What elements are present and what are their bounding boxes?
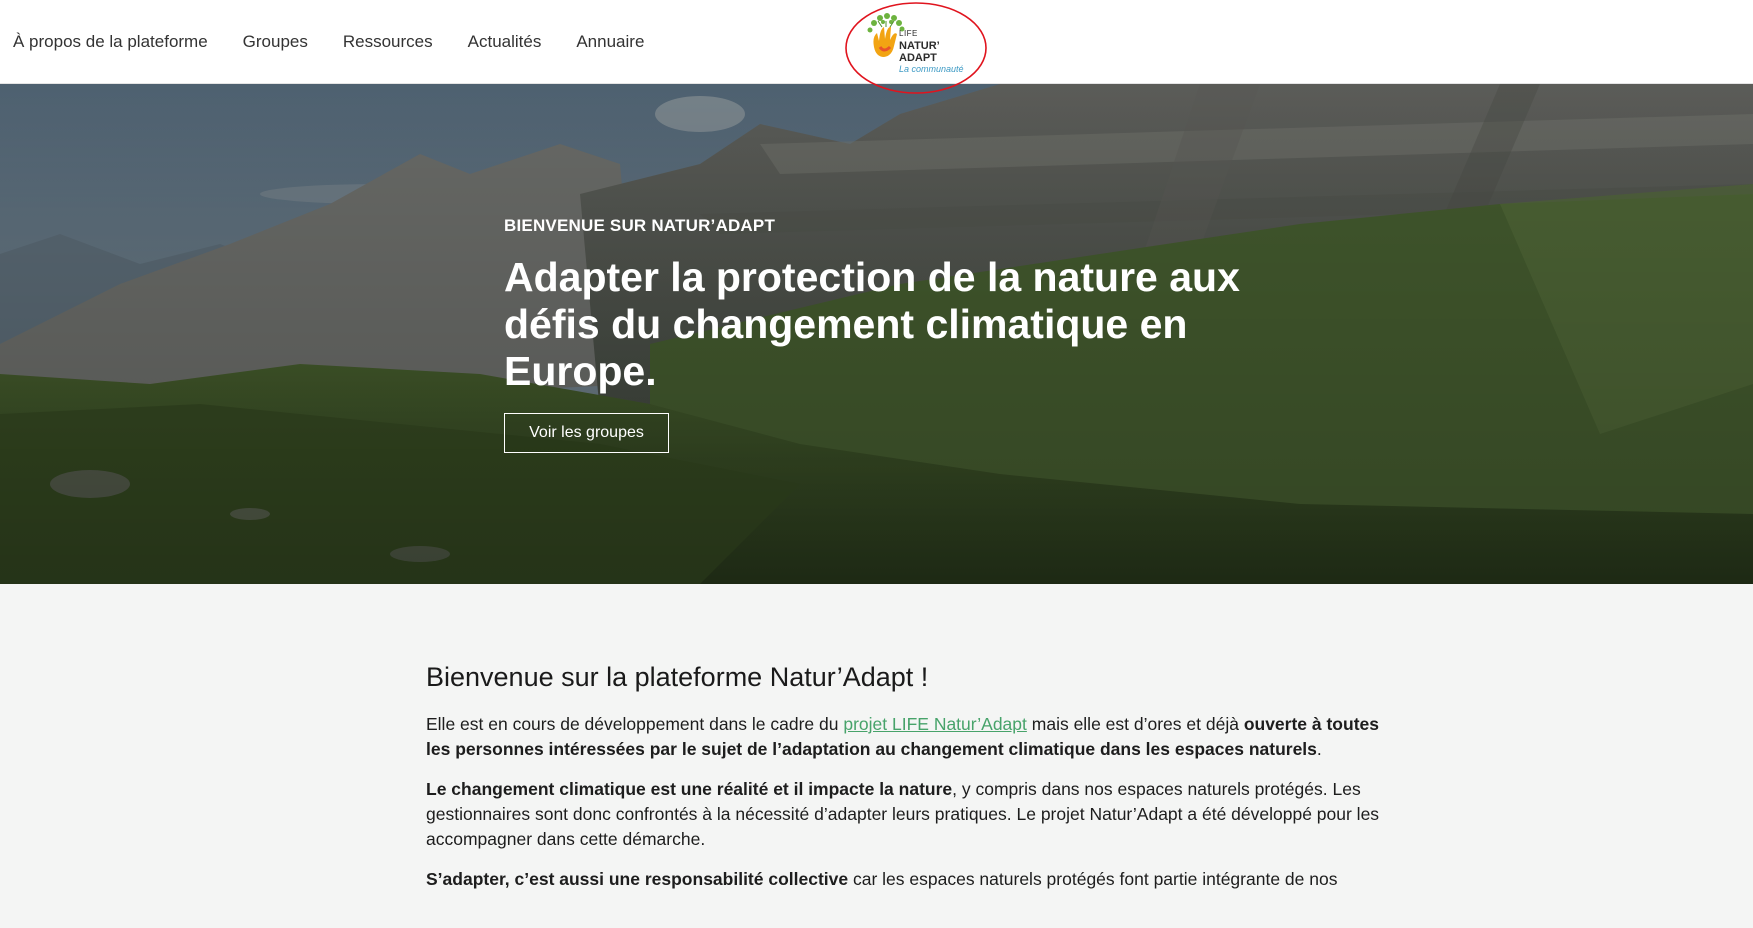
voir-les-groupes-button[interactable]: Voir les groupes: [504, 413, 669, 453]
intro-paragraph-1: Elle est en cours de développement dans …: [426, 712, 1386, 762]
hand-icon: [873, 26, 897, 57]
intro-paragraph-3: S’adapter, c’est aussi une responsabilit…: [426, 867, 1386, 892]
hero-eyebrow: BIENVENUE SUR NATUR’ADAPT: [504, 216, 776, 235]
logo-wordmark: LIFE NATUR’ ADAPT: [899, 28, 940, 64]
p1-text-after: .: [1316, 739, 1322, 759]
intro-paragraph-2: Le changement climatique est une réalité…: [426, 777, 1386, 852]
nav-item-actualites[interactable]: Actualités: [468, 32, 542, 52]
site-logo[interactable]: LIFE NATUR’ ADAPT La communauté: [844, 1, 989, 96]
logo-line-1: LIFE: [899, 29, 918, 38]
hero-headline: Adapter la protection de la nature aux d…: [504, 254, 1240, 394]
main-nav: À propos de la plateforme Groupes Ressou…: [13, 0, 679, 84]
projet-life-link[interactable]: projet LIFE Natur’Adapt: [843, 714, 1027, 734]
nav-item-ressources[interactable]: Ressources: [343, 32, 433, 52]
p1-text-before: Elle est en cours de développement dans …: [426, 714, 844, 734]
p1-text-middle: mais elle est d’ores et déjà: [1026, 714, 1244, 734]
hero-banner: BIENVENUE SUR NATUR’ADAPT Adapter la pro…: [0, 84, 1753, 584]
logo-tagline: La communauté: [899, 64, 964, 74]
logo-line-2: NATUR’: [899, 40, 940, 52]
logo-line-3: ADAPT: [899, 52, 937, 64]
p3-bold-text: S’adapter, c’est aussi une responsabilit…: [426, 869, 849, 889]
p2-bold-text: Le changement climatique est une réalité…: [426, 779, 953, 799]
nav-item-annuaire[interactable]: Annuaire: [576, 32, 644, 52]
nav-item-a-propos[interactable]: À propos de la plateforme: [13, 32, 208, 52]
intro-section: Bienvenue sur la plateforme Natur’Adapt …: [426, 660, 1386, 907]
p3-text-rest: car les espaces naturels protégés font p…: [848, 869, 1338, 889]
nav-item-groupes[interactable]: Groupes: [243, 32, 308, 52]
intro-title: Bienvenue sur la plateforme Natur’Adapt …: [426, 662, 929, 692]
